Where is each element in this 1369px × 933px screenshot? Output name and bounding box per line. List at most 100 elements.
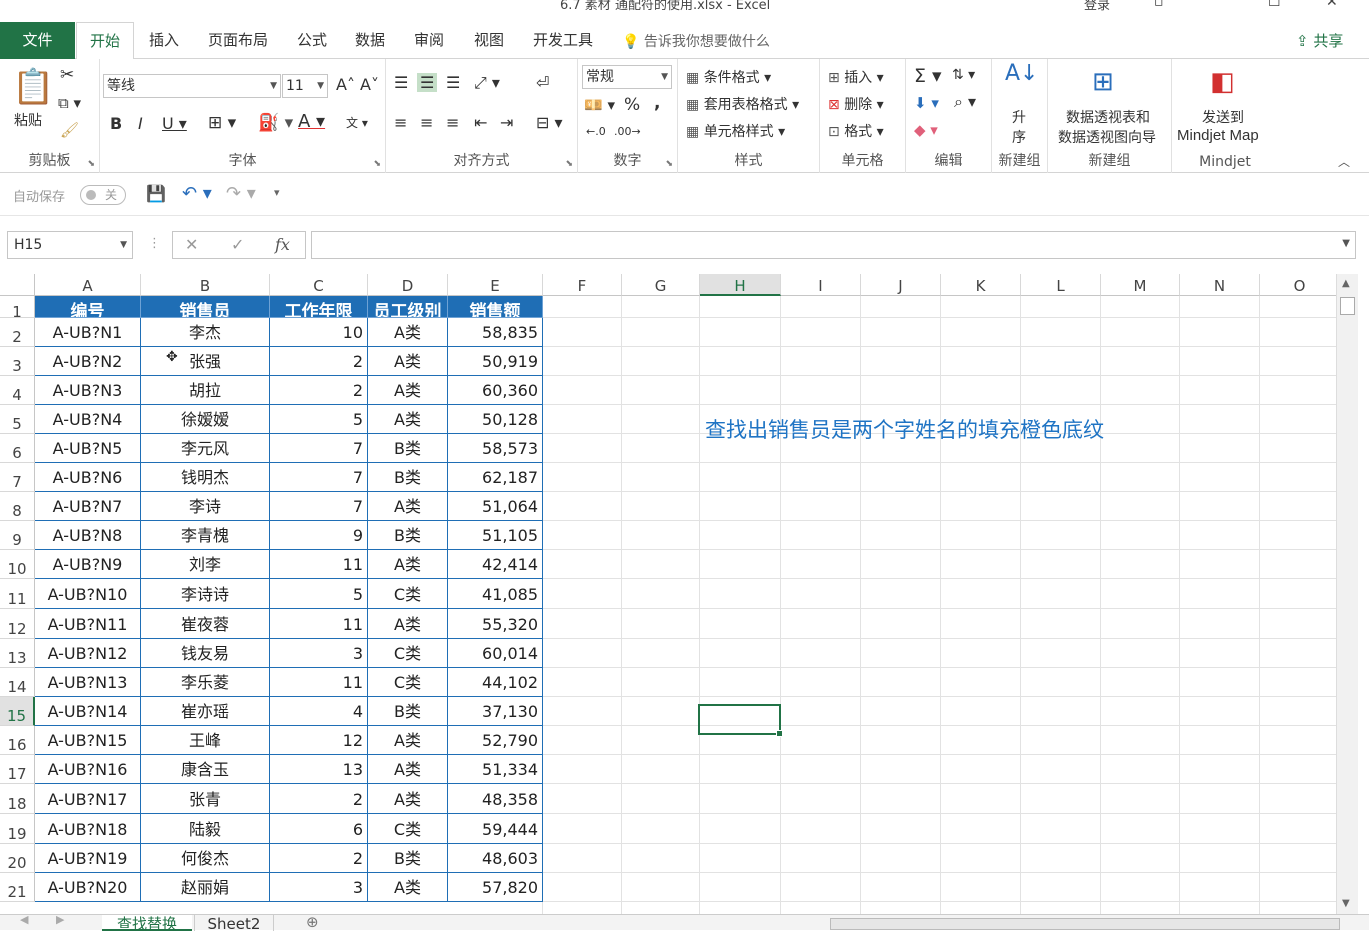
table-cell[interactable]: 3 — [270, 639, 368, 668]
sort-ascending-label-1[interactable]: 升 — [1012, 107, 1026, 127]
row-header-15[interactable]: 15 — [0, 697, 35, 726]
row-header-18[interactable]: 18 — [0, 784, 35, 814]
row-header-11[interactable]: 11 — [0, 579, 35, 609]
table-cell[interactable]: A-UB?N14 — [35, 697, 141, 726]
table-cell[interactable]: 58,835 — [448, 318, 543, 347]
table-cell[interactable]: A类 — [368, 755, 448, 784]
select-all-corner[interactable] — [0, 274, 35, 296]
pivot-wizard-label-2[interactable]: 数据透视图向导 — [1058, 127, 1156, 147]
conditional-format-button[interactable]: ▦ 条件格式 ▾ — [686, 67, 771, 87]
table-cell[interactable]: A-UB?N19 — [35, 844, 141, 873]
table-cell[interactable]: 48,603 — [448, 844, 543, 873]
pivot-wizard-icon[interactable]: ⊞ — [1092, 67, 1114, 97]
dialog-launcher-icon[interactable]: ⬊ — [373, 159, 381, 169]
table-cell[interactable]: A-UB?N18 — [35, 814, 141, 844]
table-cell[interactable]: B类 — [368, 844, 448, 873]
column-header-f[interactable]: F — [543, 274, 622, 296]
table-cell[interactable]: 张强 — [141, 347, 270, 376]
format-as-table-button[interactable]: ▦ 套用表格格式 ▾ — [686, 94, 799, 114]
next-sheet-icon[interactable]: ▶ — [56, 913, 64, 926]
insert-cells-button[interactable]: ⊞ 插入 ▾ — [828, 67, 884, 87]
delete-cells-button[interactable]: ⊠ 删除 ▾ — [828, 94, 884, 114]
table-cell[interactable]: A-UB?N10 — [35, 579, 141, 609]
number-format-select[interactable]: 常规 ▼ — [582, 65, 672, 89]
ribbon-display-icon[interactable]: ▫ — [1154, 0, 1164, 10]
table-cell[interactable]: 李杰 — [141, 318, 270, 347]
table-cell[interactable]: A-UB?N20 — [35, 873, 141, 902]
font-color-icon[interactable]: A ▾ — [298, 111, 325, 132]
table-cell[interactable]: 崔夜蓉 — [141, 609, 270, 639]
row-header-3[interactable]: 3 — [0, 347, 35, 376]
table-cell[interactable]: 4 — [270, 697, 368, 726]
table-cell[interactable]: A类 — [368, 376, 448, 405]
row-header-8[interactable]: 8 — [0, 492, 35, 521]
tab-home[interactable]: 开始 — [76, 22, 134, 60]
table-cell[interactable]: 2 — [270, 376, 368, 405]
table-cell[interactable]: 7 — [270, 492, 368, 521]
formula-input[interactable]: ▼ — [311, 231, 1356, 259]
chevron-down-icon[interactable]: ▼ — [1342, 238, 1350, 249]
table-cell[interactable]: 51,334 — [448, 755, 543, 784]
mindjet-icon[interactable]: ◧ — [1210, 67, 1235, 97]
table-cell[interactable]: 钱友易 — [141, 639, 270, 668]
fill-icon[interactable]: ⬇ ▾ — [914, 94, 939, 112]
wrap-text-icon[interactable]: ⏎ — [536, 73, 549, 92]
table-cell[interactable]: 赵丽娟 — [141, 873, 270, 902]
table-cell[interactable]: 何俊杰 — [141, 844, 270, 873]
column-header-d[interactable]: D — [368, 274, 448, 296]
table-cell[interactable]: 崔亦瑶 — [141, 697, 270, 726]
column-header-l[interactable]: L — [1021, 274, 1101, 296]
table-cell[interactable]: 44,102 — [448, 668, 543, 697]
table-cell[interactable]: 52,790 — [448, 726, 543, 755]
column-header-i[interactable]: I — [781, 274, 861, 296]
increase-indent-icon[interactable]: ⇥ — [500, 113, 513, 132]
row-header-7[interactable]: 7 — [0, 463, 35, 492]
login-button[interactable]: 登录 — [1084, 0, 1110, 13]
tell-me-box[interactable]: 💡 告诉我你想要做什么 — [622, 31, 770, 51]
table-cell[interactable]: A-UB?N5 — [35, 434, 141, 463]
column-header-c[interactable]: C — [270, 274, 368, 296]
table-cell[interactable]: 2 — [270, 347, 368, 376]
table-cell[interactable]: A-UB?N8 — [35, 521, 141, 550]
row-header-21[interactable]: 21 — [0, 873, 35, 902]
font-name-select[interactable]: 等线 ▼ — [103, 74, 281, 98]
tab-formulas[interactable]: 公式 — [288, 22, 336, 59]
sheet-tab-2[interactable]: Sheet2 — [194, 915, 274, 933]
table-cell[interactable]: A-UB?N13 — [35, 668, 141, 697]
table-cell[interactable]: 7 — [270, 434, 368, 463]
borders-icon[interactable]: ⊞ ▾ — [208, 113, 236, 133]
add-sheet-icon[interactable]: ⊕ — [306, 913, 319, 931]
table-cell[interactable]: 11 — [270, 550, 368, 579]
percent-button[interactable]: % — [624, 95, 640, 115]
table-cell[interactable]: A类 — [368, 405, 448, 434]
table-header-cell[interactable]: 员工级别 — [368, 296, 448, 318]
cancel-icon[interactable]: ✕ — [185, 235, 198, 254]
table-cell[interactable]: 张青 — [141, 784, 270, 814]
table-cell[interactable]: A类 — [368, 318, 448, 347]
currency-icon[interactable]: 💴 ▾ — [584, 96, 615, 114]
row-header-5[interactable]: 5 — [0, 405, 35, 434]
table-cell[interactable]: A类 — [368, 873, 448, 902]
table-cell[interactable]: 51,105 — [448, 521, 543, 550]
column-header-j[interactable]: J — [861, 274, 941, 296]
table-cell[interactable]: A-UB?N2 — [35, 347, 141, 376]
table-cell[interactable]: 2 — [270, 784, 368, 814]
active-cell-h15[interactable] — [698, 704, 783, 737]
table-cell[interactable]: A-UB?N17 — [35, 784, 141, 814]
table-cell[interactable]: 李诗诗 — [141, 579, 270, 609]
dialog-launcher-icon[interactable]: ⬊ — [665, 159, 673, 169]
underline-icon[interactable]: U ▾ — [162, 114, 187, 133]
table-cell[interactable]: 2 — [270, 844, 368, 873]
align-left-icon[interactable]: ≡ — [394, 113, 407, 132]
table-cell[interactable]: A类 — [368, 492, 448, 521]
dialog-launcher-icon[interactable]: ⬊ — [87, 159, 95, 169]
vertical-scrollbar[interactable]: ▲ ▼ — [1336, 274, 1358, 914]
tab-review[interactable]: 审阅 — [405, 22, 453, 59]
table-cell[interactable]: 12 — [270, 726, 368, 755]
table-cell[interactable]: A类 — [368, 784, 448, 814]
align-middle-icon[interactable]: ☰ — [417, 73, 438, 92]
table-cell[interactable]: 11 — [270, 668, 368, 697]
table-cell[interactable]: A-UB?N12 — [35, 639, 141, 668]
tab-page-layout[interactable]: 页面布局 — [198, 22, 278, 59]
tab-file[interactable]: 文件 — [0, 22, 75, 59]
